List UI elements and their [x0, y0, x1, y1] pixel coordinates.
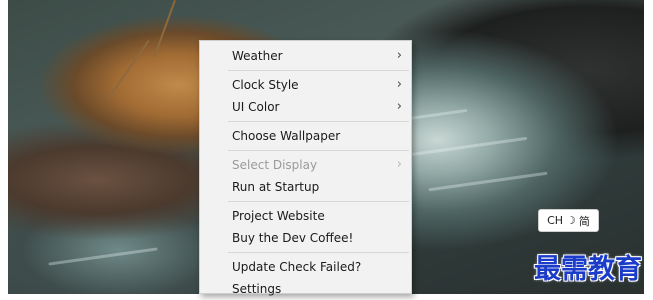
menu-item-clock-style[interactable]: Clock Style ›: [200, 74, 411, 96]
menu-separator: [228, 150, 409, 151]
menu-separator: [228, 70, 409, 71]
menu-item-label: Run at Startup: [232, 180, 320, 194]
menu-item-project-website[interactable]: Project Website: [200, 205, 411, 227]
context-menu: Weather › Clock Style › UI Color › Choos…: [199, 40, 412, 296]
menu-item-label: Choose Wallpaper: [232, 129, 341, 143]
chevron-right-icon: ›: [396, 77, 402, 93]
chevron-right-icon: ›: [396, 99, 402, 115]
input-method-indicator[interactable]: CH ☽ 简: [538, 209, 599, 232]
menu-item-choose-wallpaper[interactable]: Choose Wallpaper: [200, 125, 411, 147]
menu-item-buy-coffee[interactable]: Buy the Dev Coffee!: [200, 227, 411, 249]
menu-item-settings[interactable]: Settings: [200, 278, 411, 300]
menu-item-label: Update Check Failed?: [232, 260, 362, 274]
ime-script-label: 简: [578, 214, 590, 228]
menu-item-label: Select Display: [232, 158, 318, 172]
menu-item-weather[interactable]: Weather ›: [200, 45, 411, 67]
chevron-right-icon: ›: [396, 157, 402, 173]
menu-item-label: Weather: [232, 49, 283, 63]
menu-item-update-check[interactable]: Update Check Failed?: [200, 256, 411, 278]
menu-separator: [228, 121, 409, 122]
menu-item-label: Buy the Dev Coffee!: [232, 231, 354, 245]
moon-icon: ☽: [566, 214, 576, 227]
menu-item-label: Project Website: [232, 209, 325, 223]
menu-separator: [228, 252, 409, 253]
menu-separator: [228, 201, 409, 202]
menu-item-label: Clock Style: [232, 78, 299, 92]
chevron-right-icon: ›: [396, 48, 402, 64]
menu-item-ui-color[interactable]: UI Color ›: [200, 96, 411, 118]
ime-language-label: CH: [547, 214, 564, 227]
watermark: 最需教育: [534, 253, 642, 285]
menu-item-run-at-startup[interactable]: Run at Startup: [200, 176, 411, 198]
menu-item-select-display: Select Display ›: [200, 154, 411, 176]
menu-item-label: UI Color: [232, 100, 280, 114]
